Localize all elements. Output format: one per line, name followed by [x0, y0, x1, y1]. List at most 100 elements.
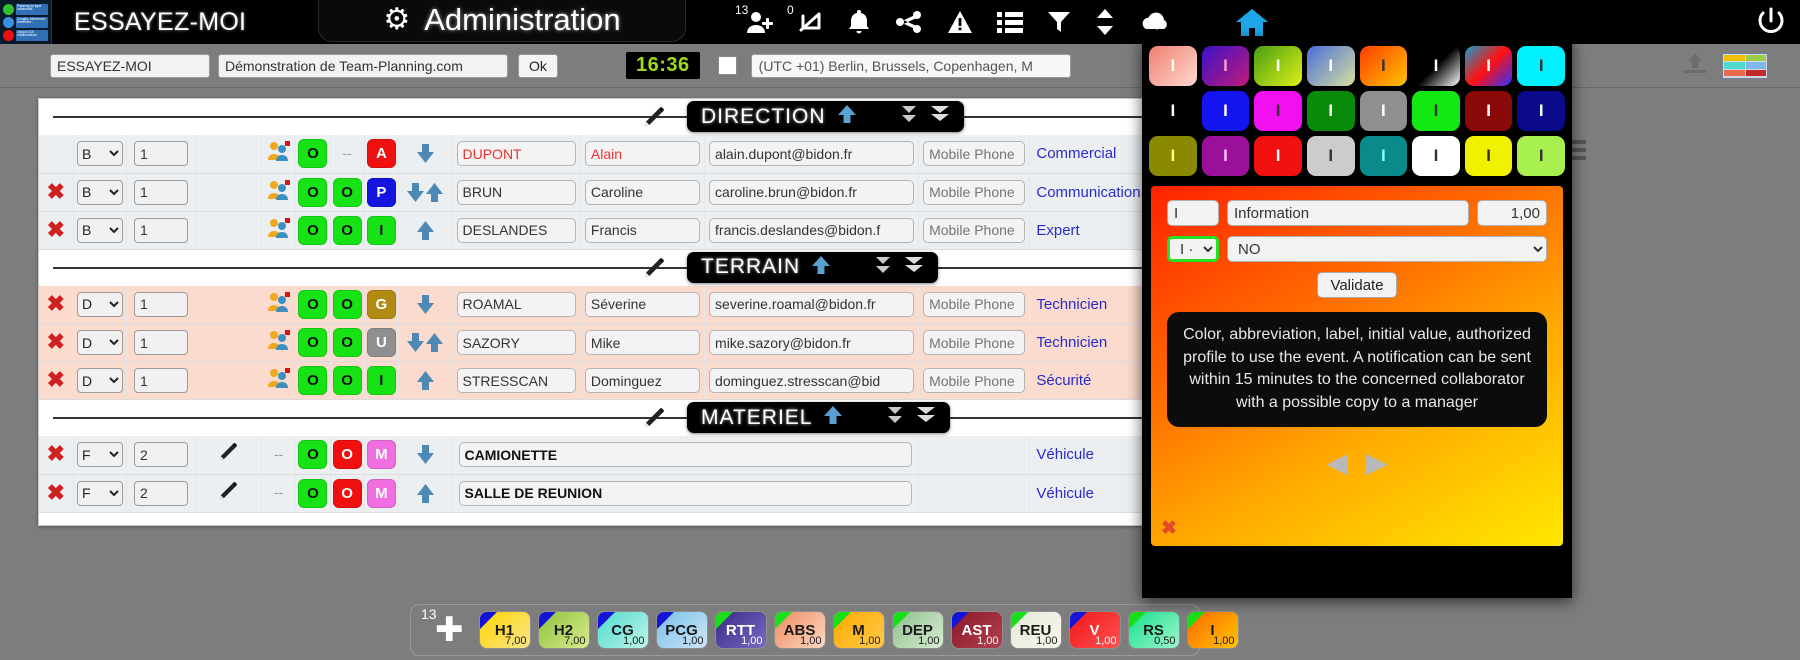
legend-grid-icon[interactable]: [1722, 52, 1768, 79]
status-chip[interactable]: O: [295, 323, 331, 362]
email-input[interactable]: [709, 179, 915, 205]
color-swatch[interactable]: I: [1412, 91, 1460, 131]
status-chip[interactable]: O: [330, 173, 365, 212]
phone-input[interactable]: [923, 291, 1026, 317]
icon-cell[interactable]: [195, 173, 263, 212]
people-cell[interactable]: [261, 135, 297, 174]
admin-tab[interactable]: ⚙ Administration: [318, 0, 686, 42]
lastname-input[interactable]: [456, 141, 576, 167]
color-swatch[interactable]: I: [1412, 136, 1460, 176]
order-input[interactable]: [133, 368, 188, 393]
status-chip[interactable]: O: [295, 173, 331, 212]
people-cell[interactable]: --: [261, 474, 297, 513]
people-cell[interactable]: [261, 211, 297, 250]
lastname-input[interactable]: [456, 179, 576, 205]
color-swatch[interactable]: I: [1254, 91, 1302, 131]
timezone-select[interactable]: (UTC +01) Berlin, Brussels, Copenhagen, …: [750, 53, 1071, 78]
order-input[interactable]: [133, 330, 188, 355]
prev-triangle-icon[interactable]: ◀: [1326, 448, 1348, 477]
color-swatch[interactable]: I: [1149, 46, 1197, 86]
close-icon[interactable]: ✖: [47, 329, 65, 354]
firstname-input[interactable]: [584, 330, 701, 355]
phone-input[interactable]: [923, 330, 1026, 355]
event-chip[interactable]: H1 7,00: [478, 611, 531, 649]
event-chip[interactable]: M 1,00: [832, 611, 885, 649]
add-user-icon[interactable]: 13: [735, 0, 773, 44]
delete-row-button[interactable]: ✖: [39, 285, 74, 324]
event-chip[interactable]: RS 0,50: [1127, 611, 1180, 649]
email-input[interactable]: [709, 330, 915, 355]
color-swatch[interactable]: I: [1306, 136, 1355, 176]
icon-cell[interactable]: [195, 211, 263, 250]
firstname-input[interactable]: [584, 179, 701, 205]
lastname-input[interactable]: [456, 330, 576, 355]
color-swatch[interactable]: I: [1201, 91, 1250, 131]
upload-icon[interactable]: [1682, 52, 1708, 79]
profile-select[interactable]: D: [76, 330, 123, 355]
color-swatch[interactable]: I: [1464, 91, 1513, 131]
move-arrows[interactable]: [398, 135, 453, 174]
order-input[interactable]: [133, 442, 188, 468]
event-chip[interactable]: I 1,00: [1186, 611, 1239, 649]
dst-checkbox[interactable]: [717, 56, 737, 75]
color-swatch[interactable]: I: [1149, 136, 1197, 176]
lastname-input[interactable]: [456, 291, 576, 317]
people-cell[interactable]: [261, 323, 297, 362]
alert-icon[interactable]: [947, 0, 973, 44]
move-arrows[interactable]: [398, 211, 453, 250]
status-chip[interactable]: U: [364, 323, 400, 362]
firstname-input[interactable]: [584, 291, 701, 317]
delete-row-button[interactable]: ✖: [39, 323, 74, 362]
event-chip[interactable]: ABS 1,00: [773, 611, 826, 649]
arrow-up-icon[interactable]: [812, 255, 831, 279]
color-swatch[interactable]: I: [1464, 46, 1513, 86]
color-swatch[interactable]: I: [1517, 46, 1565, 86]
status-chip[interactable]: G: [364, 285, 400, 324]
firstname-input[interactable]: [584, 217, 701, 243]
status-chip[interactable]: O: [295, 436, 331, 475]
delete-row-button[interactable]: ✖: [39, 436, 74, 475]
delete-row-button[interactable]: ✖: [39, 211, 74, 250]
order-input[interactable]: [133, 141, 188, 167]
filter-icon[interactable]: [1047, 0, 1071, 44]
close-icon[interactable]: ✖: [47, 480, 65, 505]
close-icon[interactable]: ✖: [47, 179, 65, 204]
color-swatch[interactable]: I: [1201, 136, 1250, 176]
icon-cell[interactable]: [195, 135, 263, 174]
profile-select[interactable]: B: [76, 179, 123, 205]
status-chip[interactable]: O: [330, 285, 365, 324]
email-input[interactable]: [709, 217, 915, 243]
chevrons-down-icon[interactable]: [904, 256, 924, 279]
firstname-input[interactable]: [584, 141, 701, 167]
close-icon[interactable]: ✖: [47, 217, 65, 242]
phone-input[interactable]: [923, 368, 1026, 393]
list-icon[interactable]: [997, 0, 1023, 44]
order-input[interactable]: [133, 179, 188, 205]
status-chip[interactable]: M: [364, 474, 400, 513]
order-input[interactable]: [133, 291, 188, 317]
event-chip[interactable]: PCG 1,00: [655, 611, 708, 649]
color-swatch[interactable]: I: [1464, 136, 1513, 176]
color-swatch[interactable]: I: [1254, 136, 1302, 176]
event-chip[interactable]: REU 1,00: [1009, 611, 1062, 649]
color-swatch[interactable]: I: [1201, 46, 1250, 86]
status-chip[interactable]: I: [364, 211, 400, 250]
icon-cell[interactable]: [195, 361, 263, 400]
status-chip[interactable]: O: [295, 285, 331, 324]
icon-cell[interactable]: [195, 285, 263, 324]
status-chip[interactable]: A: [364, 135, 400, 174]
pencil-icon[interactable]: [643, 257, 665, 284]
pencil-icon[interactable]: [643, 407, 665, 434]
status-chip[interactable]: O: [330, 474, 365, 513]
move-arrows[interactable]: [398, 173, 453, 212]
status-chip[interactable]: O: [330, 211, 365, 250]
people-cell[interactable]: [261, 361, 297, 400]
notification-select[interactable]: NO: [1227, 236, 1547, 262]
share-icon[interactable]: [895, 0, 923, 44]
resource-name-input[interactable]: [458, 480, 913, 506]
status-chip[interactable]: P: [364, 173, 400, 212]
chevrons-down-icon[interactable]: [930, 105, 950, 128]
profile-select[interactable]: F: [76, 480, 123, 506]
company-name-input[interactable]: [218, 53, 508, 78]
pencil-icon[interactable]: [643, 106, 665, 133]
